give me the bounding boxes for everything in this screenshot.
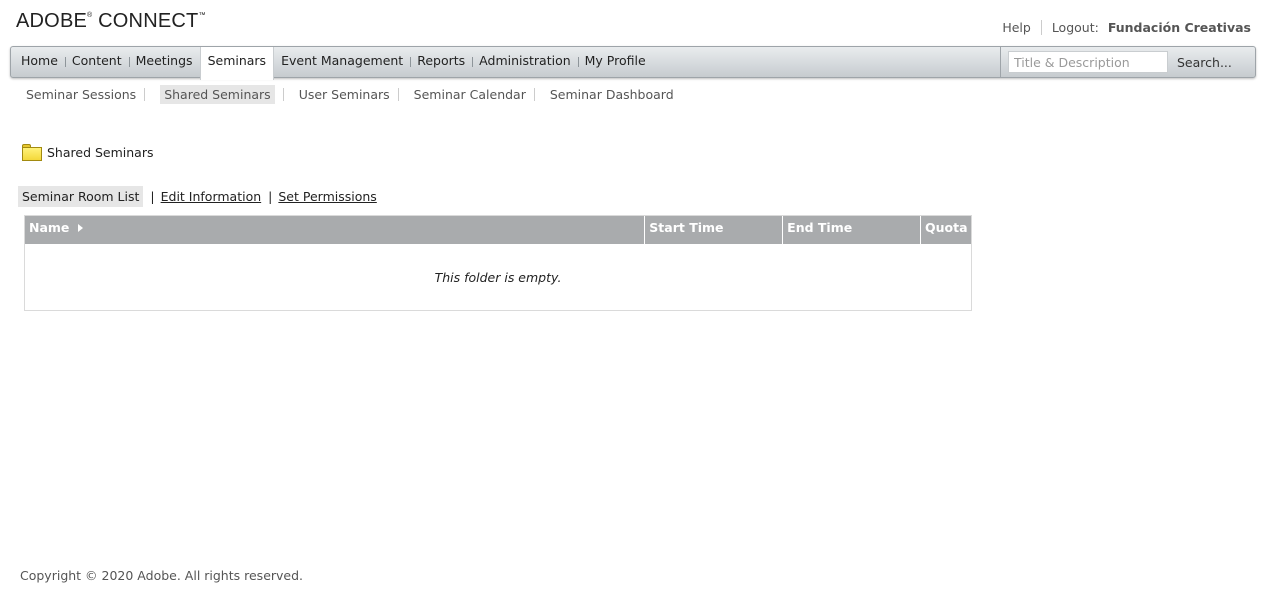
folder-icon (22, 144, 42, 161)
top-links: Help Logout: Fundación Creativas (1002, 20, 1251, 35)
sub-nav: Seminar Sessions Shared Seminars User Se… (18, 85, 690, 104)
subnav-seminar-dashboard[interactable]: Seminar Dashboard (533, 85, 682, 104)
edit-information-link[interactable]: Edit Information (161, 189, 262, 204)
column-header-quota[interactable]: Quota (921, 216, 971, 244)
subnav-shared-seminars[interactable]: Shared Seminars (144, 85, 275, 104)
nav-tab-seminars[interactable]: Seminars (199, 47, 275, 80)
folder-breadcrumb: Shared Seminars (22, 144, 154, 161)
logout-link[interactable]: Logout: (1052, 20, 1099, 35)
user-name: Fundación Creativas (1107, 20, 1251, 35)
folder-title: Shared Seminars (47, 145, 154, 160)
logo-brand: ADOBE (16, 10, 88, 32)
search-input[interactable] (1008, 51, 1168, 73)
action-separator: | (268, 189, 273, 204)
column-header-name-label: Name (29, 220, 70, 235)
empty-folder-message: This folder is empty. (434, 270, 562, 285)
copyright-footer: Copyright © 2020 Adobe. All rights reser… (20, 568, 304, 583)
column-header-name[interactable]: Name (25, 216, 646, 244)
table-header: Name Start Time End Time Quota (25, 216, 971, 244)
folder-actions: Seminar Room List | Edit Information | S… (18, 186, 377, 207)
logo-trademark: ™ (198, 12, 206, 19)
main-nav-bar: Home Content Meetings Seminars Event Man… (10, 46, 1256, 80)
logo-product: CONNECT (98, 10, 199, 32)
subnav-seminar-sessions[interactable]: Seminar Sessions (18, 85, 144, 104)
search-area: Search... (1000, 47, 1255, 77)
search-button[interactable]: Search... (1177, 55, 1232, 70)
nav-tab-home[interactable]: Home (14, 47, 65, 77)
nav-tab-content[interactable]: Content (64, 47, 129, 77)
nav-tab-administration[interactable]: Administration (472, 47, 577, 77)
nav-tab-meetings[interactable]: Meetings (128, 47, 200, 77)
column-header-end-time[interactable]: End Time (783, 216, 922, 244)
seminar-room-table: Name Start Time End Time Quota This fold… (24, 215, 972, 311)
main-nav-tabs: Home Content Meetings Seminars Event Man… (14, 47, 653, 80)
column-header-start-time[interactable]: Start Time (645, 216, 784, 244)
subnav-seminar-calendar[interactable]: Seminar Calendar (397, 85, 534, 104)
subnav-user-seminars[interactable]: User Seminars (282, 85, 398, 104)
nav-tab-reports[interactable]: Reports (410, 47, 472, 77)
set-permissions-link[interactable]: Set Permissions (278, 189, 376, 204)
nav-tab-my-profile[interactable]: My Profile (577, 47, 653, 77)
action-separator: | (150, 189, 155, 204)
nav-tab-event-management[interactable]: Event Management (274, 47, 410, 77)
help-link[interactable]: Help (1002, 20, 1042, 35)
adobe-connect-logo: ADOBE® CONNECT™ (16, 10, 206, 33)
logo-registered-mark: ® (87, 12, 93, 19)
seminar-room-list-tab[interactable]: Seminar Room List (18, 186, 144, 207)
sort-arrow-icon (78, 223, 84, 232)
